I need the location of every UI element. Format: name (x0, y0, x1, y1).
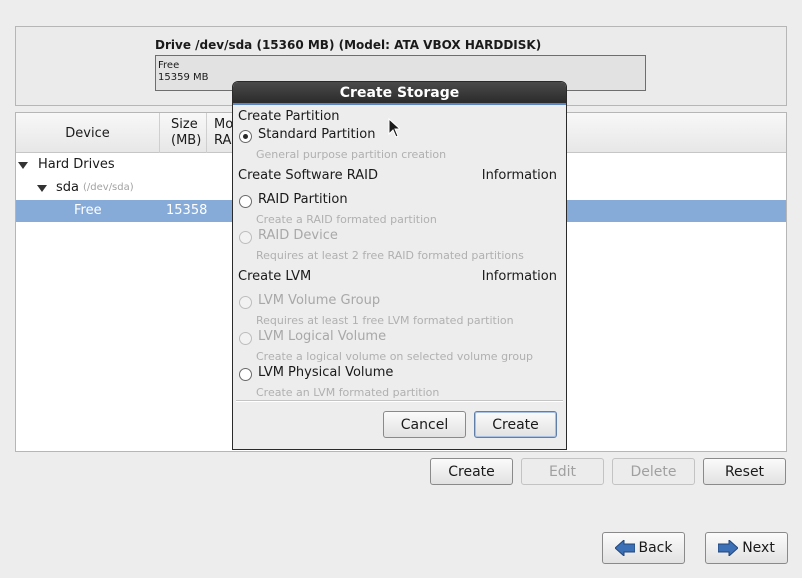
raid-device-desc: Requires at least 2 free RAID formated p… (256, 249, 524, 262)
dialog-titlebar[interactable]: Create Storage (233, 82, 566, 105)
lvm-logical-volume-radio[interactable] (239, 332, 252, 345)
lvm-physical-volume-radio[interactable] (239, 368, 252, 381)
lvm-physical-volume-label[interactable]: LVM Physical Volume (258, 365, 393, 380)
lvm-logical-volume-desc: Create a logical volume on selected volu… (256, 350, 534, 363)
lvm-physical-volume-desc: Create an LVM formated partition (256, 386, 440, 399)
tree-row-sda-path: (/dev/sda) (83, 182, 134, 193)
column-header-device[interactable]: Device (16, 113, 160, 153)
arrow-right-icon (718, 540, 739, 556)
column-header-size[interactable]: Size (MB) (161, 113, 207, 153)
raid-partition-desc: Create a RAID formated partition (256, 213, 437, 226)
dialog-create-button[interactable]: Create (474, 411, 557, 438)
raid-device-radio[interactable] (239, 231, 252, 244)
lvm-volume-group-label[interactable]: LVM Volume Group (258, 293, 380, 308)
next-button[interactable]: Next (705, 532, 788, 564)
back-button[interactable]: Back (602, 532, 685, 564)
tree-row-sda[interactable]: sda (56, 180, 79, 195)
drive-segment-label: Free (158, 60, 180, 71)
drive-title: Drive /dev/sda (15360 MB) (Model: ATA VB… (155, 38, 542, 52)
raid-partition-radio[interactable] (239, 195, 252, 208)
lvm-volume-group-desc: Requires at least 1 free LVM formated pa… (256, 314, 514, 327)
standard-partition-desc: General purpose partition creation (256, 148, 447, 161)
dialog-separator (236, 400, 563, 402)
tree-row-hard-drives[interactable]: Hard Drives (38, 157, 115, 172)
raid-device-label[interactable]: RAID Device (258, 228, 338, 243)
delete-button[interactable]: Delete (612, 458, 695, 485)
create-button[interactable]: Create (430, 458, 513, 485)
section-create-lvm: Create LVM (238, 269, 312, 284)
cancel-button[interactable]: Cancel (383, 411, 466, 438)
lvm-logical-volume-label[interactable]: LVM Logical Volume (258, 329, 386, 344)
standard-partition-radio[interactable] (239, 130, 252, 143)
tree-row-free-size: 15358 (166, 203, 208, 218)
raid-partition-label[interactable]: RAID Partition (258, 192, 348, 207)
lvm-information-link[interactable]: Information (482, 269, 557, 284)
reset-button[interactable]: Reset (703, 458, 786, 485)
triangle-down-icon[interactable] (37, 185, 47, 192)
lvm-volume-group-radio[interactable] (239, 296, 252, 309)
triangle-down-icon[interactable] (18, 162, 28, 169)
edit-button[interactable]: Edit (521, 458, 604, 485)
section-create-raid: Create Software RAID (238, 168, 379, 183)
tree-row-free-label: Free (74, 203, 102, 218)
arrow-left-icon (614, 540, 635, 556)
mouse-cursor-icon (388, 118, 400, 138)
section-create-partition: Create Partition (238, 109, 340, 124)
raid-information-link[interactable]: Information (482, 168, 557, 183)
standard-partition-label[interactable]: Standard Partition (258, 127, 375, 142)
